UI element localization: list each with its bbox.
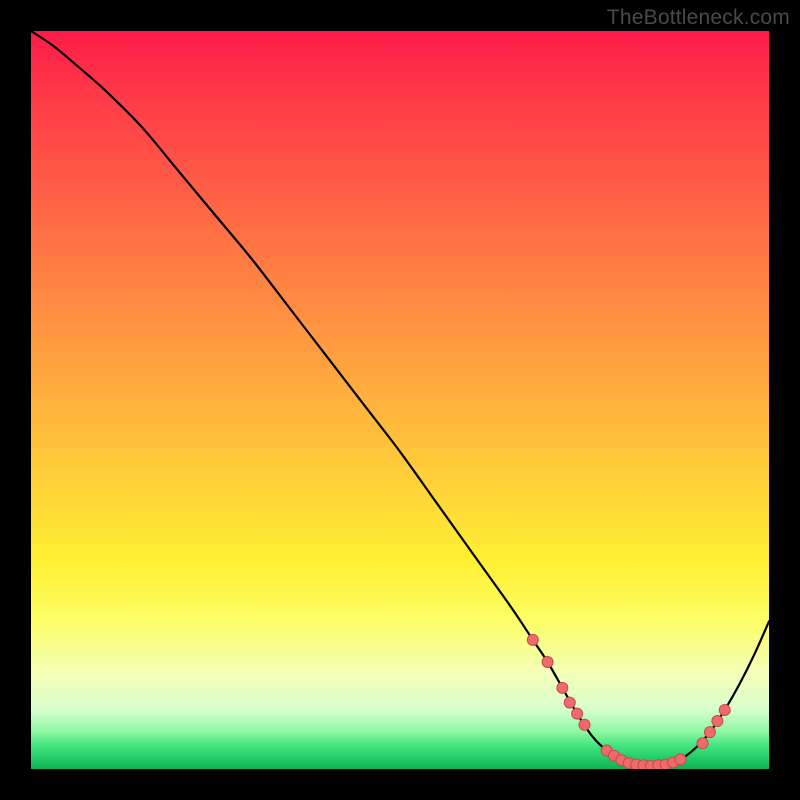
bottleneck-curve xyxy=(31,31,769,766)
curve-marker xyxy=(712,716,723,727)
curve-marker xyxy=(527,634,538,645)
chart-frame: TheBottleneck.com xyxy=(0,0,800,800)
watermark-text: TheBottleneck.com xyxy=(607,6,790,30)
curve-svg xyxy=(31,31,769,769)
curve-marker xyxy=(557,682,568,693)
curve-marker xyxy=(579,719,590,730)
plot-area xyxy=(31,31,769,769)
curve-marker xyxy=(697,738,708,749)
curve-marker xyxy=(675,754,686,765)
curve-marker xyxy=(564,697,575,708)
curve-marker xyxy=(704,727,715,738)
curve-marker xyxy=(719,704,730,715)
curve-markers xyxy=(527,634,730,769)
curve-marker xyxy=(542,656,553,667)
curve-marker xyxy=(572,708,583,719)
